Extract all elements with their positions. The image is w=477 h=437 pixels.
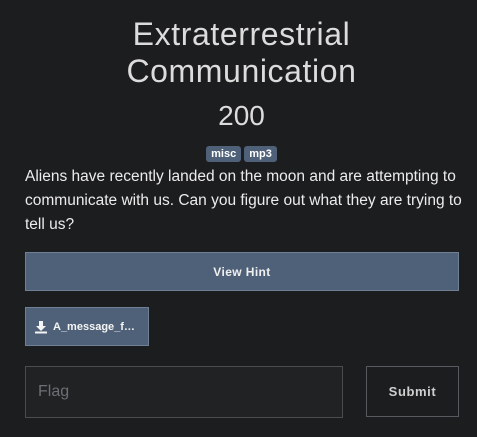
tag-list: misc mp3 [0, 146, 477, 162]
download-icon [34, 320, 48, 334]
challenge-points: 200 [218, 100, 265, 131]
tag-badge-mp3: mp3 [244, 146, 277, 162]
download-file-button[interactable]: A_message_f… [25, 307, 149, 346]
challenge-title-line-2: Communication [126, 53, 357, 89]
challenge-modal: Extraterrestrial Communication 200 misc … [0, 0, 477, 437]
download-file-label: A_message_f… [53, 320, 135, 333]
challenge-title-line-1: Extraterrestrial [132, 16, 351, 52]
tag-badge-misc: misc [206, 146, 242, 162]
flag-input[interactable] [25, 366, 343, 418]
submit-button[interactable]: Submit [366, 366, 459, 417]
view-hint-button[interactable]: View Hint [25, 252, 459, 291]
challenge-title: Extraterrestrial Communication [0, 16, 477, 90]
challenge-description: Aliens have recently landed on the moon … [25, 168, 462, 233]
